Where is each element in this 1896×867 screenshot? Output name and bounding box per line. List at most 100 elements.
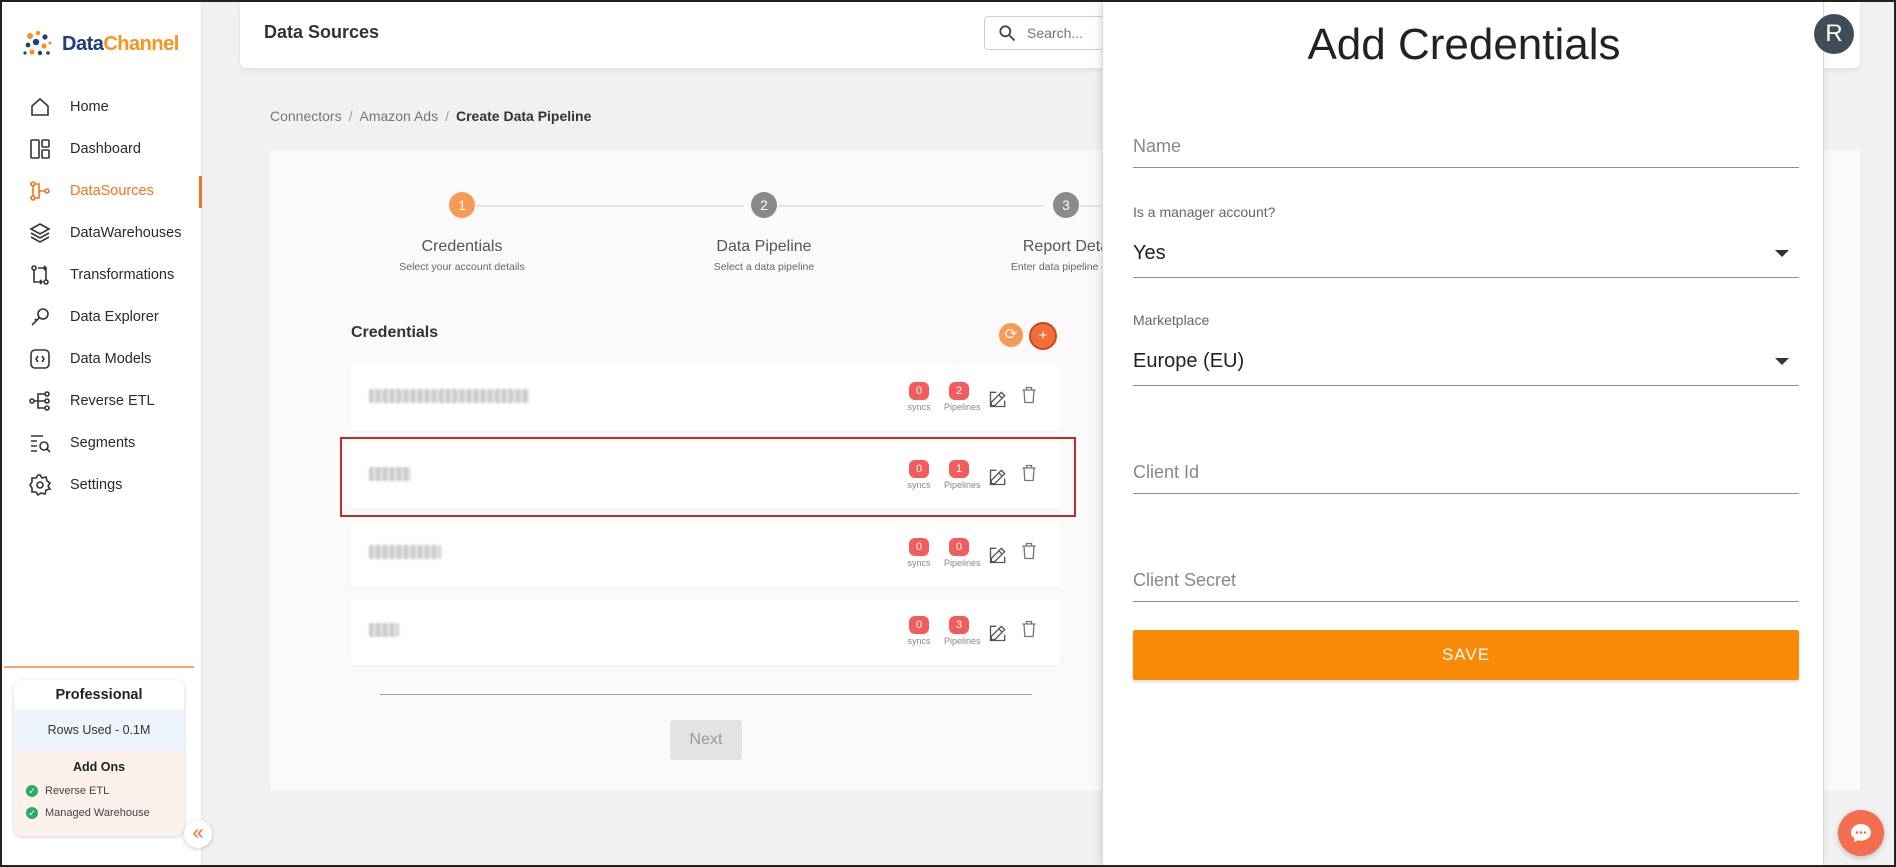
breadcrumb: Connectors / Amazon Ads / Create Data Pipeli… (270, 108, 591, 124)
check-circle-icon: ✓ (26, 807, 38, 819)
segments-icon (28, 431, 52, 455)
client-id-placeholder: Client Id (1133, 462, 1200, 482)
reverse-etl-icon (28, 389, 52, 413)
breadcrumb-separator: / (348, 108, 353, 124)
page-title: Data Sources (264, 22, 380, 42)
explorer-icon (28, 305, 52, 329)
home-icon (28, 95, 52, 119)
sidebar-item-label: DataWarehouses (70, 225, 182, 241)
sidebar-item-dashboard[interactable]: Dashboard (2, 128, 202, 170)
syncs-badge: 0 (909, 382, 929, 400)
credential-row[interactable]: 0 syncs 1 Pipelines (351, 443, 1061, 509)
sidebar-item-label: Settings (70, 477, 123, 493)
addon-label: Managed Warehouse (45, 807, 150, 819)
sidebar-item-settings[interactable]: Settings (2, 464, 202, 506)
panel-title: Add Credentials (1307, 20, 1621, 69)
sidebar-nav: Home Dashboard DataSources DataWarehouse… (2, 86, 202, 506)
chevron-down-icon (1775, 358, 1789, 365)
pipelines-badge: 1 (949, 460, 969, 478)
sidebar-item-datawarehouses[interactable]: DataWarehouses (2, 212, 202, 254)
syncs-count: 0 syncs (904, 459, 934, 490)
addon-label: Reverse ETL (45, 785, 110, 797)
avatar[interactable]: R (1814, 14, 1854, 54)
breadcrumb-connectors[interactable]: Connectors (270, 108, 342, 124)
chevron-down-icon (1775, 250, 1789, 257)
sidebar-item-transformations[interactable]: Transformations (2, 254, 202, 296)
breadcrumb-amazon-ads[interactable]: Amazon Ads (359, 108, 438, 124)
edit-icon[interactable] (988, 389, 1008, 409)
syncs-count: 0 syncs (904, 381, 934, 412)
manager-account-select[interactable]: Is a manager account? Yes (1133, 204, 1799, 278)
breadcrumb-current: Create Data Pipeline (455, 108, 592, 124)
edit-icon[interactable] (988, 545, 1008, 565)
pipelines-badge: 0 (949, 538, 969, 556)
syncs-badge: 0 (909, 616, 929, 634)
edit-icon[interactable] (988, 467, 1008, 487)
save-button[interactable]: SAVE (1133, 630, 1799, 680)
logo[interactable]: DataChannel (20, 26, 179, 62)
logo-text-part1: Data (62, 32, 104, 55)
collapse-sidebar-button[interactable]: « (184, 820, 212, 848)
edit-icon[interactable] (988, 623, 1008, 643)
sidebar-item-data-models[interactable]: Data Models (2, 338, 202, 380)
step-1-indicator: 1 (449, 192, 475, 218)
credentials-heading: Credentials (351, 324, 439, 341)
logo-text-part2: Channel (103, 32, 179, 55)
credential-row[interactable]: 0 syncs 3 Pipelines (351, 599, 1061, 665)
name-field[interactable]: Name (1133, 102, 1799, 168)
syncs-count: 0 syncs (904, 615, 934, 646)
layers-icon (28, 221, 52, 245)
sidebar-item-home[interactable]: Home (2, 86, 202, 128)
plan-card: Professional Rows Used - 0.1M Add Ons ✓ R… (14, 680, 184, 836)
gear-icon (28, 473, 52, 497)
models-icon (28, 347, 52, 371)
sidebar-item-label: Home (70, 99, 109, 115)
pipelines-label: Pipelines (944, 558, 981, 568)
sidebar-item-datasources[interactable]: DataSources (2, 170, 202, 212)
sidebar-item-data-explorer[interactable]: Data Explorer (2, 296, 202, 338)
logo-text: DataChannel (62, 33, 179, 56)
delete-icon[interactable] (1019, 619, 1039, 641)
name-placeholder: Name (1133, 136, 1182, 156)
step-2-title[interactable]: Data Pipeline (644, 238, 884, 256)
sidebar-item-label: Dashboard (70, 141, 141, 157)
pipelines-count: 1 Pipelines (944, 459, 981, 490)
manager-account-label: Is a manager account? (1133, 204, 1276, 220)
sidebar-divider (4, 666, 194, 668)
delete-icon[interactable] (1019, 463, 1039, 485)
sidebar-item-label: Data Explorer (70, 309, 159, 325)
sidebar-item-reverse-etl[interactable]: Reverse ETL (2, 380, 202, 422)
pipelines-count: 3 Pipelines (944, 615, 981, 646)
add-credential-button[interactable]: + (1029, 322, 1057, 350)
client-id-field[interactable]: Client Id (1133, 426, 1799, 494)
credential-row[interactable]: 0 syncs 0 Pipelines (351, 521, 1061, 587)
delete-icon[interactable] (1019, 541, 1039, 563)
syncs-label: syncs (907, 480, 931, 490)
delete-icon[interactable] (1019, 385, 1039, 407)
client-secret-field[interactable]: Client Secret (1133, 534, 1799, 602)
pipelines-label: Pipelines (944, 636, 981, 646)
plan-rows-used: Rows Used - 0.1M (14, 710, 184, 750)
transform-icon (28, 263, 52, 287)
credential-name-redacted (369, 389, 529, 403)
dashboard-icon (28, 137, 52, 161)
check-circle-icon: ✓ (26, 785, 38, 797)
step-connector (476, 205, 744, 207)
marketplace-value: Europe (EU) (1133, 350, 1245, 372)
chat-button[interactable] (1838, 810, 1884, 856)
manager-account-value: Yes (1133, 242, 1166, 264)
refresh-button[interactable]: ⟳ (999, 323, 1023, 347)
sidebar-item-segments[interactable]: Segments (2, 422, 202, 464)
next-button[interactable]: Next (670, 720, 742, 760)
marketplace-select[interactable]: Marketplace Europe (EU) (1133, 312, 1799, 386)
step-1-title[interactable]: Credentials (342, 238, 582, 256)
search-icon (999, 25, 1016, 42)
credential-row[interactable]: 0 syncs 2 Pipelines (351, 365, 1061, 431)
pipelines-label: Pipelines (944, 480, 981, 490)
sidebar-item-label: Segments (70, 435, 136, 451)
credential-name-redacted (369, 467, 411, 481)
credential-name-redacted (369, 623, 399, 637)
marketplace-label: Marketplace (1133, 312, 1210, 328)
logo-icon (23, 30, 52, 56)
sidebar-item-label: Data Models (70, 351, 152, 367)
